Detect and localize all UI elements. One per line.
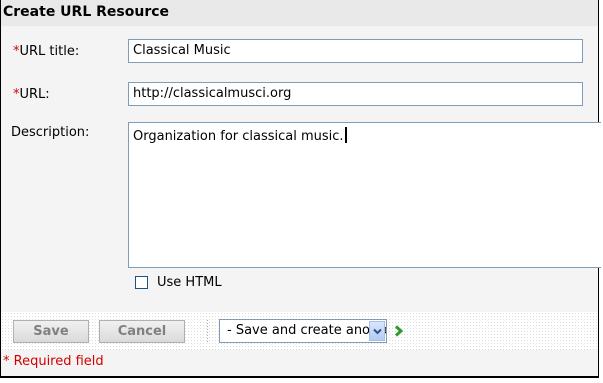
text-caret <box>344 127 347 143</box>
url-title-row: *URL title: Classical Music <box>1 35 598 67</box>
description-row: Description: Organization for classical … <box>1 118 601 298</box>
dialog-title: Create URL Resource <box>3 4 170 20</box>
button-bar: Save Cancel - Save and create another - <box>1 312 598 350</box>
use-html-checkbox[interactable] <box>135 275 148 289</box>
use-html-label: Use HTML <box>157 274 222 290</box>
description-textarea[interactable]: Organization for classical music. <box>128 122 601 268</box>
save-button[interactable]: Save <box>13 320 89 343</box>
toolbar-separator <box>206 319 210 344</box>
save-action-selected-value: - Save and create another - <box>227 323 386 338</box>
url-title-input[interactable]: Classical Music <box>128 39 583 63</box>
url-title-label: *URL title: <box>13 44 79 60</box>
save-action-select[interactable]: - Save and create another - <box>219 319 387 343</box>
chevron-down-icon[interactable] <box>369 321 385 341</box>
url-label-text: URL: <box>19 87 50 102</box>
url-input[interactable]: http://classicalmusci.org <box>128 82 583 106</box>
go-arrow-icon[interactable] <box>392 324 406 338</box>
cancel-button[interactable]: Cancel <box>99 320 185 343</box>
url-label: *URL: <box>13 87 50 103</box>
title-bar: Create URL Resource <box>1 0 598 26</box>
required-note-text: Required field <box>9 354 104 369</box>
use-html-option: Use HTML <box>135 272 222 292</box>
description-text: Organization for classical music. <box>133 129 344 144</box>
description-label: Description: <box>11 125 90 140</box>
url-row: *URL: http://classicalmusci.org <box>1 78 598 110</box>
url-title-label-text: URL title: <box>19 44 80 59</box>
required-field-note: * Required field <box>3 354 104 370</box>
create-url-resource-dialog: Create URL Resource *URL title: Classica… <box>0 0 601 378</box>
